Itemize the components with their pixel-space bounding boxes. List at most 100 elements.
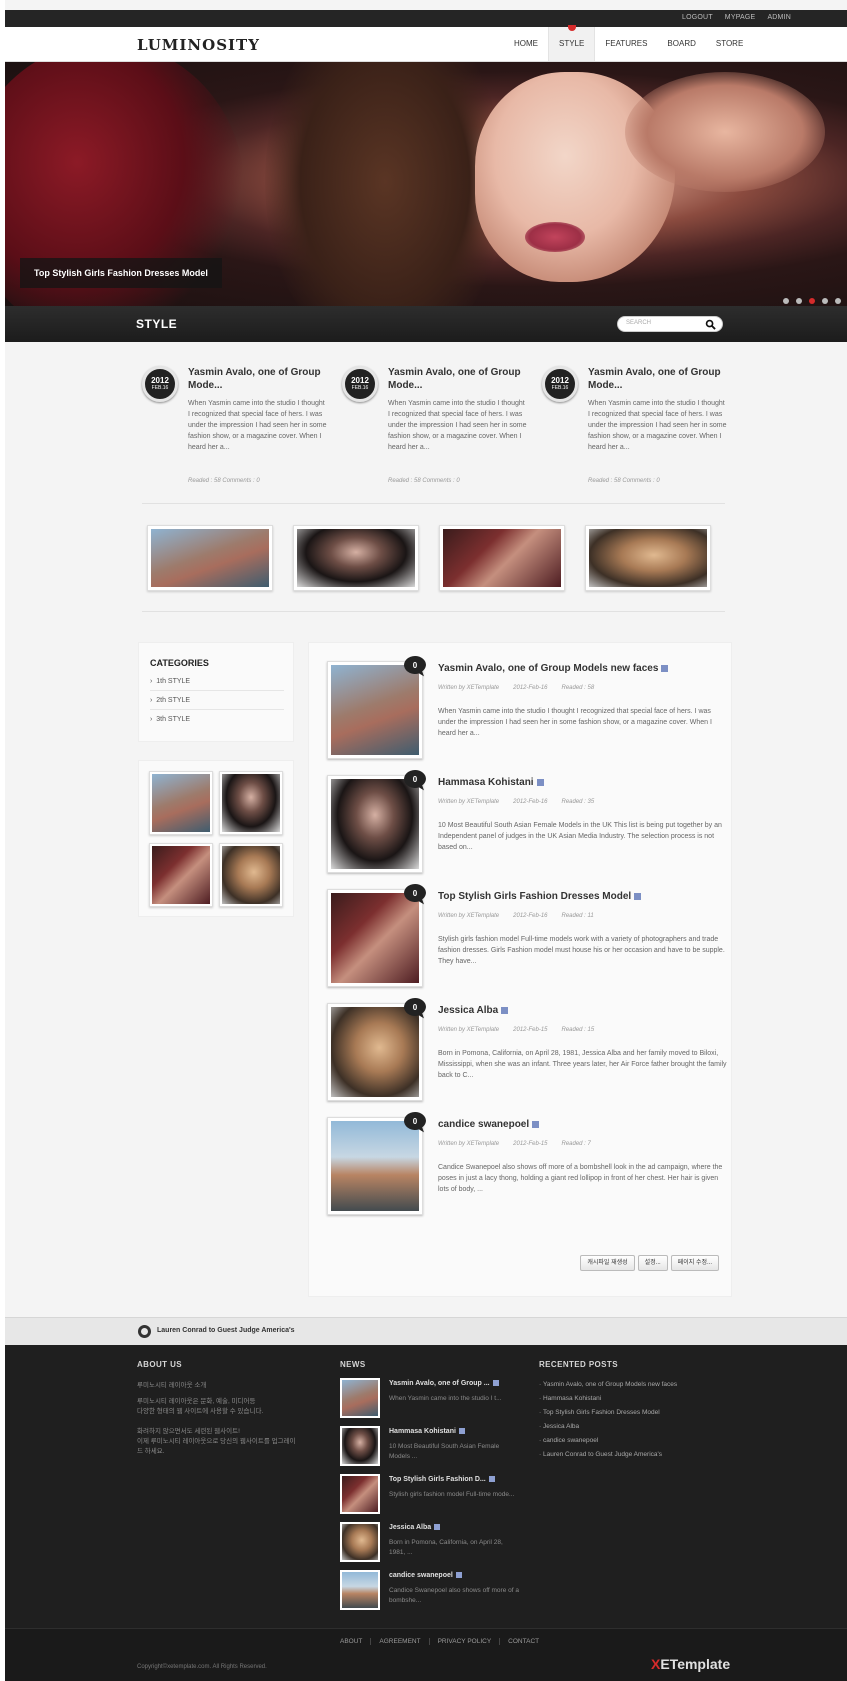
news-thumb[interactable] [340,1426,380,1466]
admin-link[interactable]: ADMIN [767,14,791,21]
recent-post-text: Jessica Alba [542,1423,580,1430]
news-thumb[interactable] [340,1570,380,1610]
news-item[interactable]: Yasmin Avalo, one of Group ... When Yasm… [340,1378,520,1422]
news-excerpt: Stylish girls fashion model Full-time mo… [389,1491,515,1498]
search-icon[interactable] [705,319,716,330]
hero-lips [525,222,585,252]
footer-link-contact[interactable]: CONTACT [499,1638,547,1645]
category-item[interactable]: › 2th STYLE [150,692,284,710]
slide-dot[interactable] [783,298,789,304]
news-ticker: Lauren Conrad to Guest Judge America's [5,1317,847,1345]
post-title[interactable]: Yasmin Avalo, one of Group Models new fa… [438,663,669,674]
regenerate-cache-button[interactable]: 캐시파일 재생성 [580,1255,635,1271]
edit-page-button[interactable]: 페이지 수정... [670,1255,719,1271]
news-item[interactable]: Hammasa Kohistani 10 Most Beautiful Sout… [340,1426,520,1470]
news-title[interactable]: Yasmin Avalo, one of Group ... [389,1380,499,1387]
news-title[interactable]: Top Stylish Girls Fashion D... [389,1476,495,1483]
comment-bubble-icon[interactable]: 0 [403,655,427,677]
gallery-thumb[interactable] [149,771,213,835]
recent-post-link[interactable]: · Lauren Conrad to Guest Judge America's [539,1451,662,1458]
post-title-text: candice swanepoel [438,1119,530,1130]
about-line: 화려하지 않으면서도 세련된 웹사이트! [137,1428,240,1435]
gallery-thumb[interactable] [219,843,283,907]
comment-bubble-icon[interactable]: 0 [403,883,427,905]
nav-store[interactable]: STORE [706,27,753,61]
footer-link-about[interactable]: ABOUT [332,1638,370,1645]
mypage-link[interactable]: MYPAGE [725,14,756,21]
post-title[interactable]: candice swanepoel [438,1119,540,1130]
news-item[interactable]: Jessica Alba Born in Pomona, California,… [340,1522,520,1566]
gallery-thumb[interactable] [149,843,213,907]
categories-heading: CATEGORIES [150,658,209,668]
category-item[interactable]: › 3th STYLE [150,711,284,729]
recent-post-link[interactable]: · Yasmin Avalo, one of Group Models new … [539,1381,677,1388]
post-date: 2012-Feb-16 [513,685,548,691]
nav-features[interactable]: FEATURES [595,27,657,61]
logout-link[interactable]: LOGOUT [682,14,713,21]
featured-title[interactable]: Yasmin Avalo, one of Group Mode... [388,366,528,392]
news-thumb[interactable] [340,1378,380,1418]
news-excerpt: 10 Most Beautiful South Asian Female Mod… [389,1443,500,1460]
nav-style[interactable]: STYLE [548,25,596,61]
post-title[interactable]: Jessica Alba [438,1005,509,1016]
slide-dot-active[interactable] [809,298,815,304]
comment-bubble-icon[interactable]: 0 [403,1111,427,1133]
hero-hair [265,62,505,306]
slide-dot[interactable] [835,298,841,304]
news-item[interactable]: Top Stylish Girls Fashion D... Stylish g… [340,1474,520,1518]
news-image [342,1476,378,1512]
news-item[interactable]: candice swanepoel Candice Swanepoel also… [340,1570,520,1614]
ticker-icon [138,1325,151,1338]
news-title[interactable]: candice swanepoel [389,1572,462,1579]
hero-hand [625,72,825,192]
photo-thumb[interactable] [439,525,565,591]
search-input[interactable]: SEARCH [617,316,723,332]
comment-bubble-icon[interactable]: 0 [403,769,427,791]
ticker-text[interactable]: Lauren Conrad to Guest Judge America's [157,1327,295,1334]
post-list: 0 Yasmin Avalo, one of Group Models new … [308,642,732,1297]
post-title[interactable]: Hammasa Kohistani [438,777,544,788]
copyright: Copyright©xetemplate.com. All Rights Res… [137,1664,267,1670]
recent-post-link[interactable]: · Jessica Alba [539,1423,579,1430]
news-image [342,1572,378,1608]
news-title[interactable]: Jessica Alba [389,1524,441,1531]
photo-image [443,529,561,587]
category-label: 3th STYLE [156,716,191,723]
photo-thumb[interactable] [585,525,711,591]
comment-bubble-icon[interactable]: 0 [403,997,427,1019]
gallery-thumb[interactable] [219,771,283,835]
post-readed: Readed : 7 [561,1141,591,1147]
footer-link-agreement[interactable]: AGREEMENT [370,1638,428,1645]
hero-slider[interactable]: Top Stylish Girls Fashion Dresses Model [5,62,847,306]
featured-title[interactable]: Yasmin Avalo, one of Group Mode... [588,366,728,392]
file-icon [536,778,544,786]
recent-post-link[interactable]: · Top Stylish Girls Fashion Dresses Mode… [539,1409,660,1416]
post-title[interactable]: Top Stylish Girls Fashion Dresses Model [438,891,642,902]
settings-button[interactable]: 설정... [637,1255,668,1271]
nav-features-label: FEATURES [605,39,648,48]
divider [142,611,725,612]
post-item: 0 Hammasa Kohistani Written by XETemplat… [327,770,723,875]
nav-home[interactable]: HOME [504,27,548,61]
featured-title[interactable]: Yasmin Avalo, one of Group Mode... [188,366,328,392]
site-logo[interactable]: LUMINOSITY [137,36,260,54]
news-thumb[interactable] [340,1522,380,1562]
photo-thumb[interactable] [147,525,273,591]
slide-dot[interactable] [822,298,828,304]
news-title[interactable]: Hammasa Kohistani [389,1428,465,1435]
footer-brand-logo[interactable]: XETemplate [651,1656,730,1672]
file-icon [634,892,642,900]
slide-dot[interactable] [796,298,802,304]
gallery-image [152,774,210,832]
news-excerpt: Candice Swanepoel also shows off more of… [389,1587,519,1604]
recent-post-link[interactable]: · Hammasa Kohistani [539,1395,601,1402]
category-item[interactable]: › 1th STYLE [150,673,284,691]
footer-link-privacy[interactable]: PRIVACY POLICY [428,1638,500,1645]
recent-post-link[interactable]: · candice swanepoel [539,1437,598,1444]
nav-board[interactable]: BOARD [657,27,705,61]
post-meta: Written by XETemplate 2012-Feb-16 Readed :… [438,913,608,919]
photo-thumb[interactable] [293,525,419,591]
hero-caption[interactable]: Top Stylish Girls Fashion Dresses Model [20,258,222,288]
news-thumb[interactable] [340,1474,380,1514]
featured-excerpt: When Yasmin came into the studio I thoug… [388,400,527,451]
